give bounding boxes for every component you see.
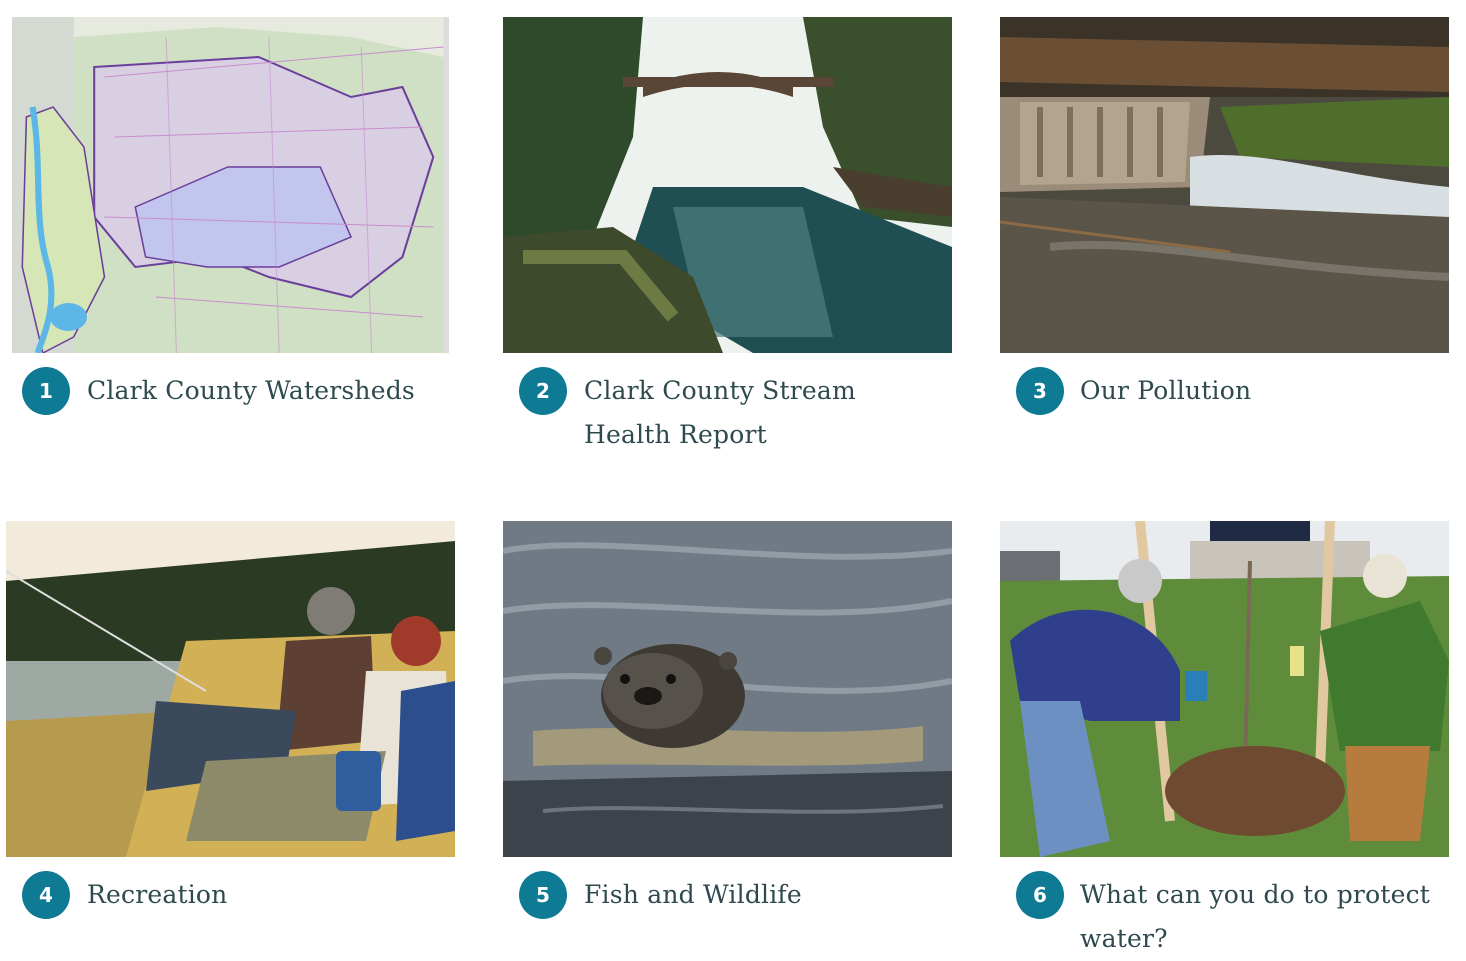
card-number-badge: 5 (519, 871, 567, 919)
card-number-badge: 3 (1016, 367, 1064, 415)
card-stream-health-report[interactable]: 2 Clark County Stream Health Report (503, 17, 952, 457)
card-title[interactable]: What can you do to protect water? (1080, 873, 1440, 961)
card-fish-and-wildlife[interactable]: 5 Fish and Wildlife (503, 521, 952, 951)
card-clark-county-watersheds[interactable]: 1 Clark County Watersheds (12, 17, 461, 457)
bridge-river-image[interactable] (503, 17, 952, 353)
tree-planting-image[interactable] (1000, 521, 1449, 857)
card-number-badge: 4 (22, 871, 70, 919)
card-title[interactable]: Fish and Wildlife (584, 873, 949, 917)
fishing-image[interactable] (6, 521, 455, 857)
card-recreation[interactable]: 4 Recreation (6, 521, 455, 951)
watershed-map-image[interactable] (12, 17, 449, 353)
card-title[interactable]: Clark County Stream Health Report (584, 369, 949, 457)
culvert-stream-image[interactable] (1000, 17, 1449, 353)
card-number-badge: 6 (1016, 871, 1064, 919)
card-title[interactable]: Recreation (87, 873, 447, 917)
card-title[interactable]: Our Pollution (1080, 369, 1445, 413)
card-title[interactable]: Clark County Watersheds (87, 369, 457, 413)
card-number-badge: 1 (22, 367, 70, 415)
card-protect-water[interactable]: 6 What can you do to protect water? (1000, 521, 1449, 960)
otter-image[interactable] (503, 521, 952, 857)
card-number-badge: 2 (519, 367, 567, 415)
card-our-pollution[interactable]: 3 Our Pollution (1000, 17, 1449, 457)
